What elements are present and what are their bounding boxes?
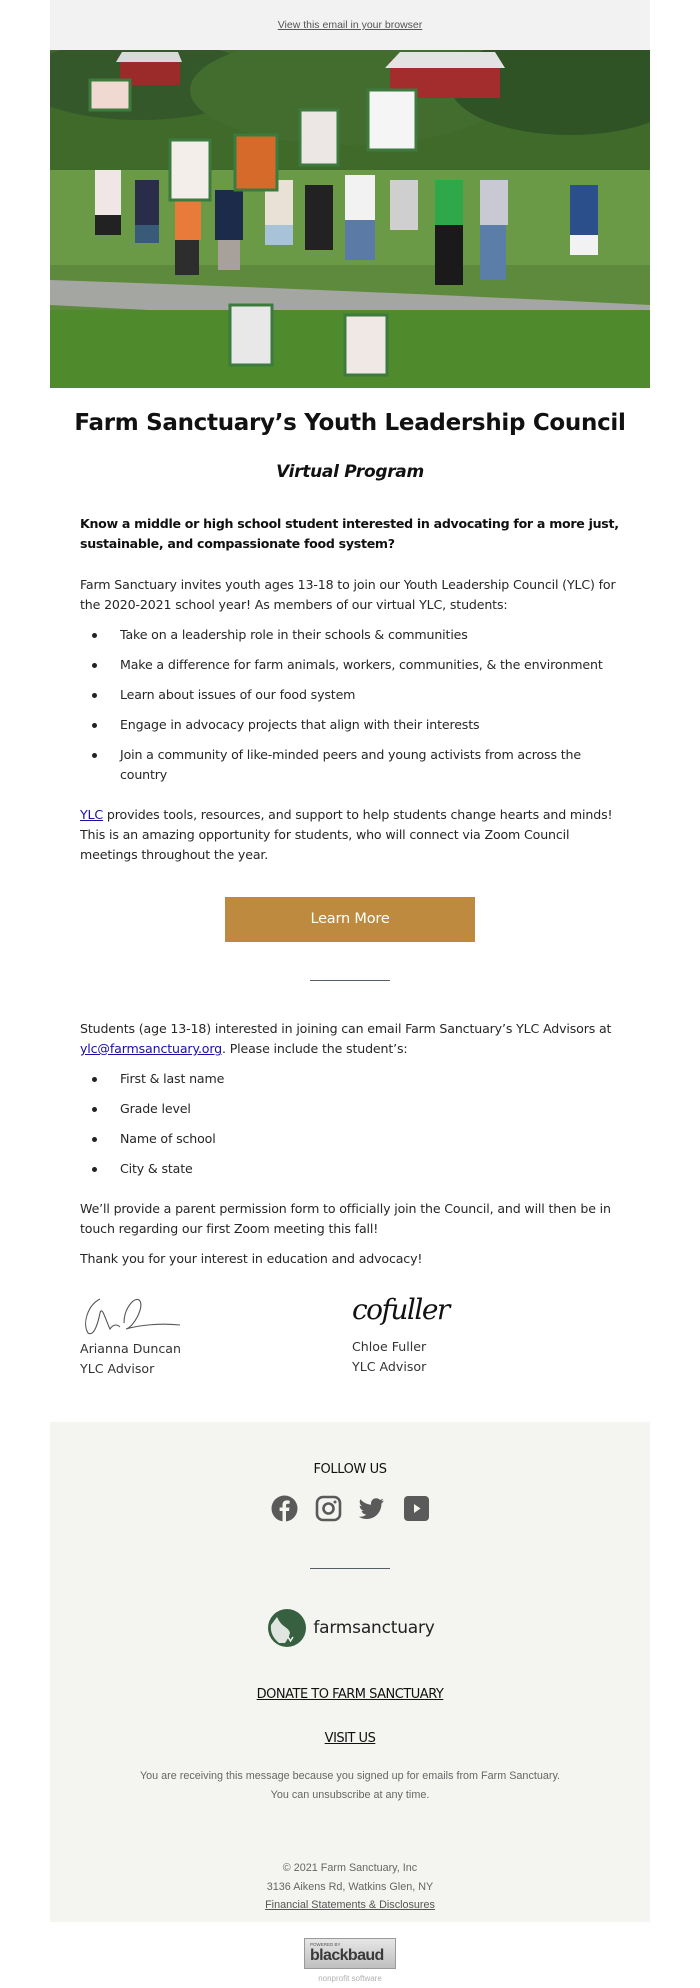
page-title: Farm Sanctuary’s Youth Leadership Counci… [74,410,626,436]
address: 3136 Aikens Rd, Watkins Glen, NY [266,1880,434,1893]
subscription-notice: You are receiving this message because y… [50,1767,650,1804]
hero-image [50,50,650,388]
preheader: View this email in your browser [50,0,650,50]
footer-divider [310,1568,390,1569]
signer-name: Arianna Duncan [80,1341,181,1356]
ylc-email-link[interactable]: ylc@farmsanctuary.org [80,1041,222,1056]
apply-text-before: Students (age 13-18) interested in joini… [80,1021,612,1036]
org-info: © 2021 Farm Sanctuary, Inc 3136 Aikens R… [50,1859,650,1915]
list-item: Join a community of like-minded peers an… [92,745,620,785]
requirements-list: First & last name Grade level Name of sc… [92,1069,620,1189]
apply-text-after: . Please include the student’s: [222,1041,408,1056]
signer-role: YLC Advisor [352,1359,427,1374]
list-item: City & state [92,1159,620,1179]
twitter-icon[interactable] [358,1495,386,1522]
intro-invite: Farm Sanctuary invites youth ages 13-18 … [80,577,616,612]
section-divider [310,980,390,981]
list-item: Learn about issues of our food system [92,685,620,705]
apply-instructions: Students (age 13-18) interested in joini… [80,1019,625,1059]
farm-sanctuary-logo-icon [268,1609,307,1647]
ylc-description: YLC provides tools, resources, and suppo… [80,805,625,865]
notice-line-2: You can unsubscribe at any time. [270,1788,430,1801]
blackbaud-wordmark: blackbaud [310,1947,384,1964]
visit-us-link[interactable]: VISIT US [325,1731,376,1746]
list-item: Take on a leadership role in their schoo… [92,625,620,645]
nonprofit-software-tagline: nonprofit software [318,1974,382,1983]
signature-arianna-duncan [85,1298,181,1335]
blackbaud-badge[interactable]: POWERED BY blackbaud [304,1938,396,1969]
donate-link[interactable]: DONATE TO FARM SANCTUARY [257,1687,444,1702]
facebook-icon[interactable] [271,1495,298,1522]
page-subtitle: Virtual Program [276,462,424,482]
signature-chloe-fuller: cofuller [352,1293,450,1326]
permission-text: We’ll provide a parent permission form t… [80,1201,611,1236]
visit-link-wrap: VISIT US [50,1731,650,1746]
financials-link[interactable]: Financial Statements & Disclosures [265,1899,435,1911]
social-links [50,1495,650,1522]
ylc-link[interactable]: YLC [80,807,103,822]
signature-block-1: Arianna Duncan YLC Advisor [80,1339,181,1379]
list-item: Name of school [92,1129,620,1149]
list-item: Engage in advocacy projects that align w… [92,715,620,735]
view-in-browser-link[interactable]: View this email in your browser [278,19,423,31]
signature-block-2: Chloe Fuller YLC Advisor [352,1337,426,1377]
follow-us-label: FOLLOW US [313,1462,387,1477]
farm-sanctuary-logo[interactable]: farmsanctuary [50,1607,650,1649]
learn-more-button[interactable]: Learn More [225,897,475,942]
donate-link-wrap: DONATE TO FARM SANCTUARY [50,1687,650,1702]
logo-text: farmsanctuary [313,1618,435,1638]
ylc-description-text: provides tools, resources, and support t… [80,807,613,862]
signer-name: Chloe Fuller [352,1339,427,1354]
intro-question: Know a middle or high school student int… [80,516,619,551]
benefits-list: Take on a leadership role in their schoo… [92,625,620,795]
list-item: Make a difference for farm animals, work… [92,655,620,675]
copyright: © 2021 Farm Sanctuary, Inc [282,1862,418,1874]
list-item: First & last name [92,1069,620,1089]
signer-role: YLC Advisor [80,1361,155,1376]
hero-photo-illustration [50,50,650,388]
thanks-text: Thank you for your interest in education… [80,1251,423,1266]
instagram-icon[interactable] [315,1495,342,1522]
youtube-icon[interactable] [403,1495,430,1522]
notice-line-1: You are receiving this message because y… [139,1770,561,1782]
list-item: Grade level [92,1099,620,1119]
footer: FOLLOW US farmsanctuary DONATE TO FARM S… [50,1422,650,1922]
